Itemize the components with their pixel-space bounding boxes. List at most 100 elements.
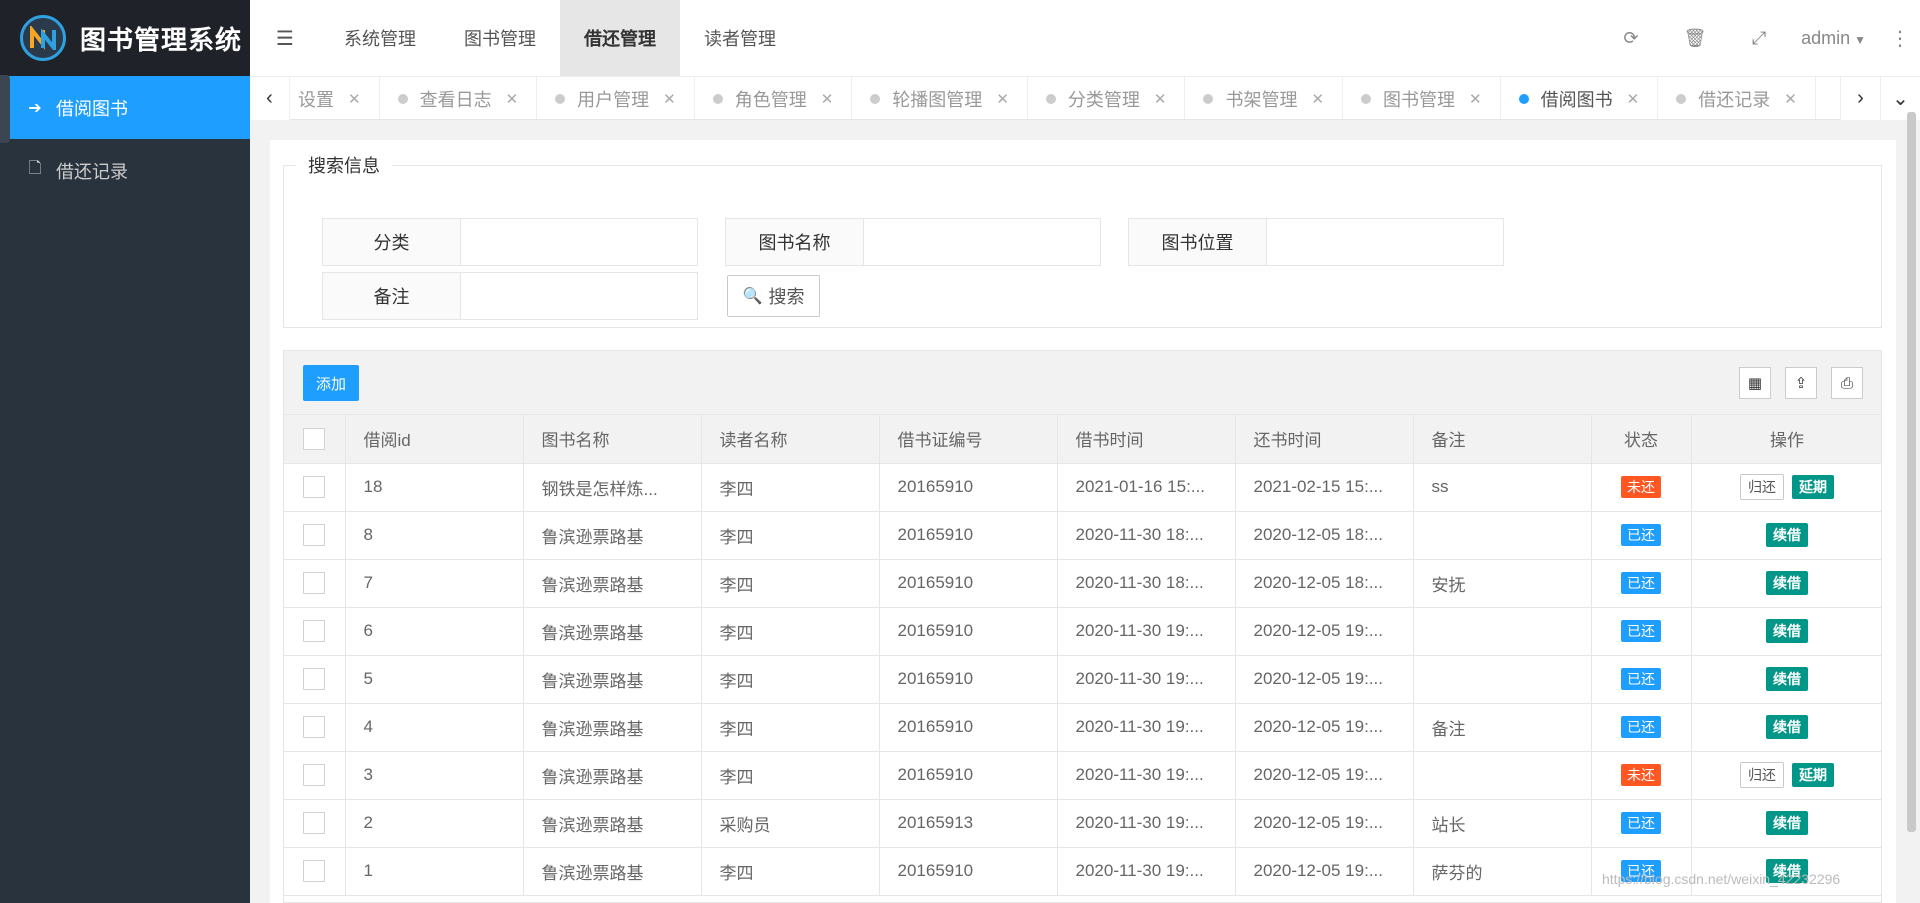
- row-checkbox[interactable]: [303, 524, 326, 546]
- book-name-input[interactable]: [864, 219, 1100, 265]
- tab-settings[interactable]: 设置 ✕: [290, 77, 380, 119]
- table-row: 18 钢铁是怎样炼... 李四 20165910 2021-01-16 15:... 20…: [284, 463, 1881, 512]
- tab-borrow-books[interactable]: 借阅图书 ✕: [1501, 77, 1659, 119]
- extend-button[interactable]: 延期: [1792, 475, 1834, 499]
- sidebar-item-label: 借还记录: [56, 161, 128, 182]
- select-all-checkbox[interactable]: [303, 427, 326, 450]
- export-icon[interactable]: ⇪: [1785, 367, 1817, 399]
- tab-carousel-management[interactable]: 轮播图管理 ✕: [852, 77, 1028, 119]
- close-icon[interactable]: ✕: [1469, 90, 1482, 108]
- close-icon[interactable]: ✕: [821, 90, 834, 108]
- row-select-cell: [284, 847, 346, 896]
- row-checkbox[interactable]: [303, 572, 326, 594]
- cell-card: 20165910: [879, 751, 1058, 800]
- col-header[interactable]: 状态: [1591, 415, 1692, 464]
- close-icon[interactable]: ✕: [996, 90, 1009, 108]
- tab-view-logs[interactable]: 查看日志 ✕: [380, 77, 538, 119]
- close-icon[interactable]: ✕: [1311, 90, 1324, 108]
- tab-dot: [1361, 93, 1372, 104]
- page-scrollbar[interactable]: [1907, 112, 1916, 832]
- cell-card: 20165910: [879, 703, 1058, 752]
- col-header[interactable]: 备注: [1413, 415, 1592, 464]
- nav-reader-management[interactable]: 读者管理: [680, 0, 800, 76]
- nav-borrow-return-management[interactable]: 借还管理: [560, 0, 680, 76]
- nav-book-management[interactable]: 图书管理: [440, 0, 560, 76]
- close-icon[interactable]: ✕: [1627, 90, 1640, 108]
- close-icon[interactable]: ✕: [1154, 90, 1167, 108]
- col-header[interactable]: 借书证编号: [879, 415, 1058, 464]
- renew-button[interactable]: 续借: [1766, 619, 1808, 643]
- menu-toggle-icon[interactable]: ☰: [250, 0, 320, 76]
- row-select-cell: [284, 655, 346, 704]
- tab-shelf-management[interactable]: 书架管理 ✕: [1185, 77, 1344, 119]
- nav-system-management[interactable]: 系统管理: [320, 0, 440, 76]
- tab-role-management[interactable]: 角色管理 ✕: [695, 77, 853, 119]
- extend-button[interactable]: 延期: [1792, 763, 1834, 787]
- tab-book-management[interactable]: 图书管理 ✕: [1343, 77, 1501, 119]
- row-checkbox[interactable]: [303, 668, 326, 690]
- renew-button[interactable]: 续借: [1766, 523, 1808, 547]
- search-button[interactable]: 🔍 搜索: [727, 275, 820, 317]
- status-badge: 已还: [1621, 716, 1661, 738]
- cell-return: 2020-12-05 19:...: [1235, 751, 1414, 800]
- col-header[interactable]: 还书时间: [1235, 415, 1414, 464]
- file-icon: 🗋: [28, 160, 42, 177]
- category-input[interactable]: [461, 219, 697, 265]
- close-icon[interactable]: ✕: [1784, 90, 1797, 108]
- return-button[interactable]: 归还: [1740, 474, 1784, 500]
- tab-borrow-records[interactable]: 借还记录 ✕: [1658, 77, 1816, 119]
- return-button[interactable]: 归还: [1740, 762, 1784, 788]
- close-icon[interactable]: ✕: [348, 90, 361, 108]
- renew-button[interactable]: 续借: [1766, 667, 1808, 691]
- user-menu[interactable]: admin ▼: [1791, 28, 1880, 49]
- row-checkbox[interactable]: [303, 620, 326, 642]
- actions-cell: 续借: [1691, 655, 1881, 704]
- more-vertical-icon[interactable]: ⋮: [1880, 26, 1920, 51]
- col-header[interactable]: 借书时间: [1057, 415, 1236, 464]
- renew-button[interactable]: 续借: [1766, 715, 1808, 739]
- actions-cell: 续借: [1691, 799, 1881, 848]
- row-checkbox[interactable]: [303, 764, 326, 786]
- cell-id: 2: [345, 799, 524, 848]
- col-header[interactable]: 借阅id: [345, 415, 524, 464]
- tab-scroll-left-icon[interactable]: ‹: [250, 77, 290, 120]
- renew-button[interactable]: 续借: [1766, 571, 1808, 595]
- location-input[interactable]: [1267, 219, 1503, 265]
- sidebar-drag-handle[interactable]: [0, 75, 10, 143]
- row-checkbox[interactable]: [303, 716, 326, 738]
- row-select-cell: [284, 559, 346, 608]
- sidebar-item-borrow-books[interactable]: ➔ 借阅图书: [0, 76, 250, 139]
- trash-icon[interactable]: 🗑: [1663, 28, 1727, 49]
- row-select-cell: [284, 799, 346, 848]
- tab-user-management[interactable]: 用户管理 ✕: [537, 77, 695, 119]
- columns-filter-icon[interactable]: ▦: [1739, 367, 1771, 399]
- cell-book: 鲁滨逊票路基: [523, 607, 702, 656]
- cell-remark: [1413, 607, 1592, 656]
- row-checkbox[interactable]: [303, 860, 326, 882]
- table-toolbar: 添加 ▦ ⇪ ⎙: [284, 351, 1881, 415]
- fullscreen-icon[interactable]: ⤢: [1727, 28, 1791, 49]
- cell-card: 20165910: [879, 847, 1058, 896]
- cell-borrow: 2020-11-30 19:...: [1057, 703, 1236, 752]
- location-label: 图书位置: [1129, 219, 1267, 265]
- sidebar-item-borrow-records[interactable]: 🗋 借还记录: [0, 139, 250, 202]
- book-name-label: 图书名称: [726, 219, 864, 265]
- print-icon[interactable]: ⎙: [1831, 367, 1863, 399]
- remark-input[interactable]: [461, 273, 697, 319]
- tab-scroll-right-icon[interactable]: ›: [1840, 77, 1880, 120]
- col-header[interactable]: 读者名称: [701, 415, 880, 464]
- tab-category-management[interactable]: 分类管理 ✕: [1028, 77, 1186, 119]
- col-header[interactable]: 图书名称: [523, 415, 702, 464]
- main-content: 搜索信息 分类 图书名称 图书位置 备注 🔍 搜索 添加 ▦ ⇪ ⎙ 借阅id …: [270, 140, 1896, 903]
- add-button[interactable]: 添加: [303, 365, 359, 401]
- renew-button[interactable]: 续借: [1766, 811, 1808, 835]
- table-row: 6 鲁滨逊票路基 李四 20165910 2020-11-30 19:... 2020-1…: [284, 607, 1881, 656]
- row-checkbox[interactable]: [303, 476, 326, 498]
- close-icon[interactable]: ✕: [663, 90, 676, 108]
- row-checkbox[interactable]: [303, 812, 326, 834]
- close-icon[interactable]: ✕: [506, 90, 519, 108]
- sidebar-item-label: 借阅图书: [56, 98, 128, 119]
- table-body: 18 钢铁是怎样炼... 李四 20165910 2021-01-16 15:... 20…: [284, 463, 1881, 896]
- cell-borrow: 2020-11-30 19:...: [1057, 847, 1236, 896]
- refresh-icon[interactable]: ⟳: [1599, 28, 1663, 49]
